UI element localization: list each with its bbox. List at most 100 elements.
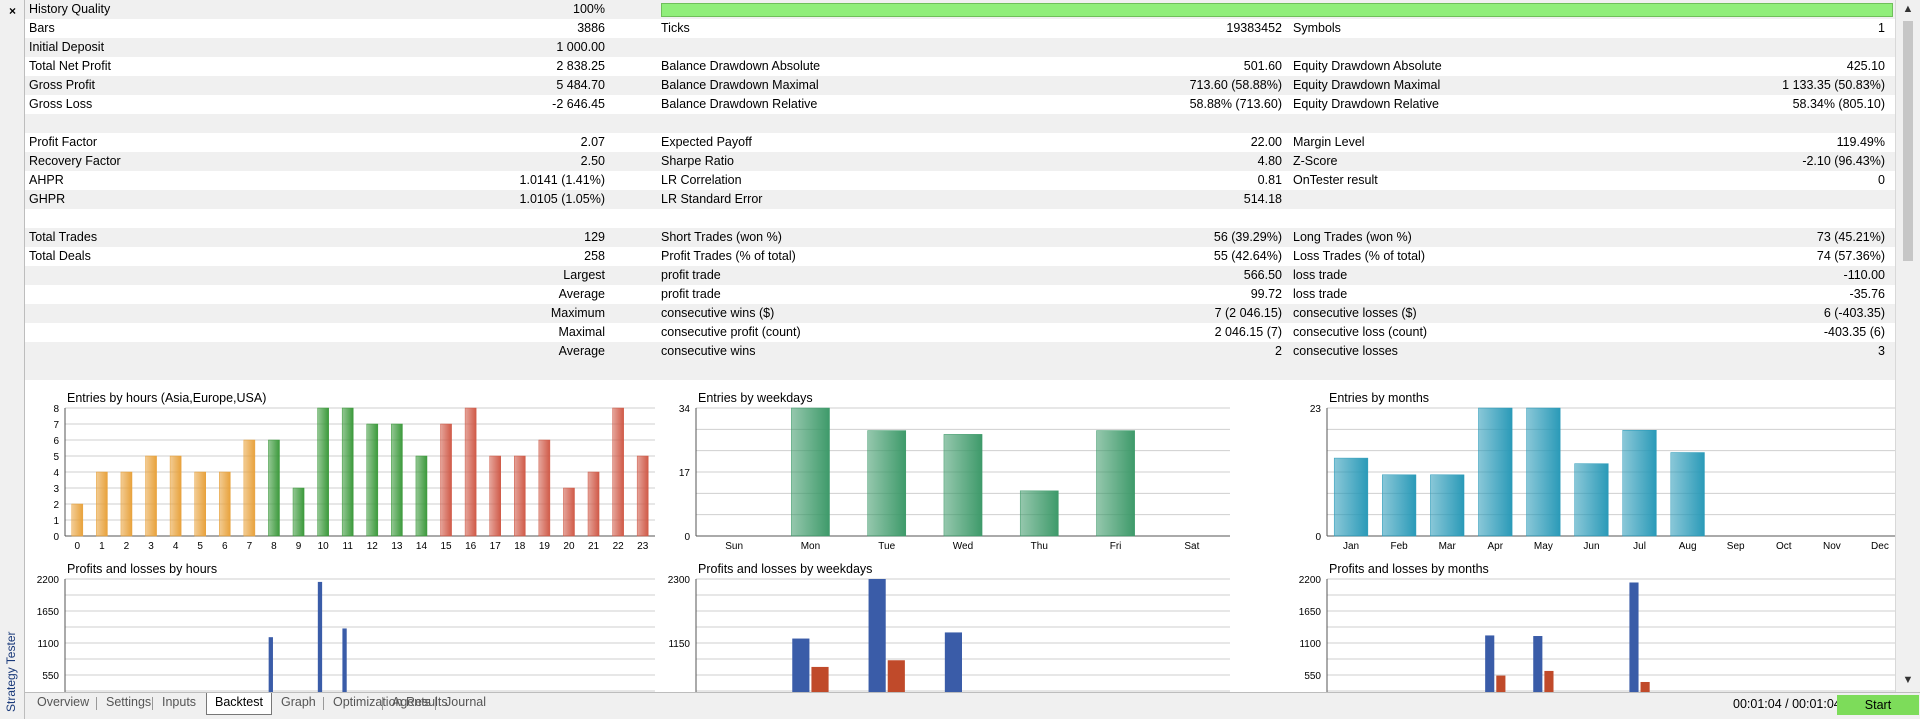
tab-backtest[interactable]: Backtest — [206, 693, 272, 715]
bar — [1382, 474, 1417, 537]
stats-row: Recovery Factor 2.50 Sharpe Ratio 4.80 Z-Sco… — [25, 152, 1895, 171]
close-icon[interactable]: × — [4, 3, 21, 20]
bar — [791, 407, 830, 537]
bar — [538, 439, 551, 537]
stat-value: 2 838.25 — [556, 59, 605, 73]
stat-label: loss trade — [1293, 287, 1348, 301]
bar — [1096, 430, 1135, 537]
scroll-up-icon[interactable]: ▲ — [1896, 3, 1920, 19]
x-tick-label: 13 — [391, 541, 403, 552]
stats-row: Total Deals 258 Profit Trades (% of total)… — [25, 247, 1895, 266]
x-tick-label: 11 — [343, 541, 354, 552]
stat-label: Initial Deposit — [29, 40, 105, 54]
stats-row: Profit Factor 2.07 Expected Payoff 22.00 Mar… — [25, 133, 1895, 152]
y-tick-label: 1650 — [1299, 607, 1322, 618]
stats-row: History Quality 100% — [25, 0, 1895, 19]
stat-value: 514.18 — [1243, 192, 1282, 206]
stat-label: Balance Drawdown Maximal — [661, 78, 819, 92]
stats-row: AHPR 1.0141 (1.41%) LR Correlation 0.81 OnTe… — [25, 171, 1895, 190]
bar — [587, 471, 600, 537]
stat-label: loss trade — [1293, 268, 1348, 282]
tab-settings[interactable]: Settings — [98, 693, 159, 713]
profit-bar — [1485, 635, 1495, 692]
stat-label: Loss Trades (% of total) — [1293, 249, 1426, 263]
history-quality-bar — [661, 3, 1893, 17]
y-tick-label: 23 — [1310, 404, 1322, 415]
stat-value: Maximal — [558, 325, 605, 339]
stat-label: Balance Drawdown Relative — [661, 97, 818, 111]
scroll-thumb[interactable] — [1903, 21, 1913, 261]
stat-label: consecutive wins ($) — [661, 306, 775, 320]
stat-label: Total Trades — [29, 230, 98, 244]
stat-label: Gross Profit — [29, 78, 95, 92]
tab-journal[interactable]: Journal — [437, 693, 494, 713]
tab-overview[interactable]: Overview — [29, 693, 97, 713]
stat-value: 501.60 — [1243, 59, 1282, 73]
loss-bar — [1496, 675, 1506, 692]
stat-value: 1.0105 (1.05%) — [519, 192, 605, 206]
loss-bar — [1544, 670, 1554, 692]
profit-bar — [944, 632, 962, 692]
stat-value: 55 (42.64%) — [1213, 249, 1282, 263]
chart-svg: 1150 2300 — [668, 575, 1230, 692]
chart-svg: 550 1100 1650 2200 — [37, 575, 655, 692]
bar — [169, 455, 182, 537]
y-tick-label: 1650 — [37, 607, 60, 618]
stat-value: -35.76 — [1849, 287, 1885, 301]
stat-value: 3 — [1878, 344, 1885, 358]
stat-label: Sharpe Ratio — [661, 154, 734, 168]
tab-inputs[interactable]: Inputs — [154, 693, 204, 713]
profit-bar — [317, 581, 323, 692]
vertical-scrollbar[interactable]: ▲ ▼ — [1895, 0, 1920, 692]
x-tick-label: 23 — [637, 541, 649, 552]
y-tick-label: 1150 — [668, 639, 690, 650]
x-tick-label: 0 — [75, 541, 81, 552]
stat-label: Symbols — [1293, 21, 1341, 35]
profit-bar — [268, 637, 273, 692]
bar — [440, 423, 452, 537]
x-tick-label: Sun — [725, 541, 743, 552]
stats-row: Total Trades 129 Short Trades (won %) 56 (3… — [25, 228, 1895, 247]
x-tick-label: Mar — [1439, 541, 1457, 552]
x-tick-label: Sat — [1184, 541, 1199, 552]
stat-value: 1 133.35 (50.83%) — [1782, 78, 1885, 92]
tab-separator — [152, 697, 153, 710]
x-tick-label: Tue — [878, 541, 895, 552]
stat-label: Gross Loss — [29, 97, 93, 111]
pl-hours-chart: Profits and losses by hours 550 1100 1650 22… — [25, 562, 675, 692]
stat-value: 99.72 — [1250, 287, 1282, 301]
stat-value: 1.0141 (1.41%) — [519, 173, 605, 187]
tab-agents[interactable]: Agents — [384, 693, 439, 713]
stat-label: consecutive wins — [661, 344, 756, 358]
x-tick-label: 4 — [173, 541, 179, 552]
x-tick-label: 15 — [440, 541, 452, 552]
stat-value: 425.10 — [1846, 59, 1885, 73]
bar — [943, 434, 983, 537]
stat-label: Equity Drawdown Relative — [1293, 97, 1439, 111]
bar — [514, 455, 526, 537]
x-tick-label: Fri — [1110, 541, 1122, 552]
scroll-down-icon[interactable]: ▼ — [1896, 674, 1920, 690]
x-tick-label: Mon — [801, 541, 820, 552]
y-tick-label: 0 — [53, 532, 59, 543]
stats-row: Largest profit trade 566.50 loss trade -110.… — [25, 266, 1895, 285]
x-tick-label: 19 — [539, 541, 551, 552]
y-tick-label: 7 — [53, 420, 59, 431]
y-tick-label: 34 — [679, 404, 691, 415]
tab-separator — [323, 697, 324, 710]
stat-label: Z-Score — [1293, 154, 1338, 168]
bar — [1670, 452, 1705, 537]
stat-label: Recovery Factor — [29, 154, 121, 168]
tab-separator — [382, 697, 383, 710]
stats-row: Gross Loss -2 646.45 Balance Drawdown Rela… — [25, 95, 1895, 114]
y-tick-label: 0 — [1315, 532, 1321, 543]
tab-graph[interactable]: Graph — [273, 693, 324, 713]
stat-value: 2 — [1275, 344, 1282, 358]
bar — [219, 471, 231, 537]
stat-label: LR Correlation — [661, 173, 742, 187]
stat-value: Largest — [563, 268, 605, 282]
stat-value: 2.50 — [580, 154, 605, 168]
start-button[interactable]: Start — [1837, 695, 1919, 715]
pl-weekdays-chart: Profits and losses by weekdays 1150 2300 — [662, 562, 1250, 692]
stat-value: 73 (45.21%) — [1816, 230, 1885, 244]
